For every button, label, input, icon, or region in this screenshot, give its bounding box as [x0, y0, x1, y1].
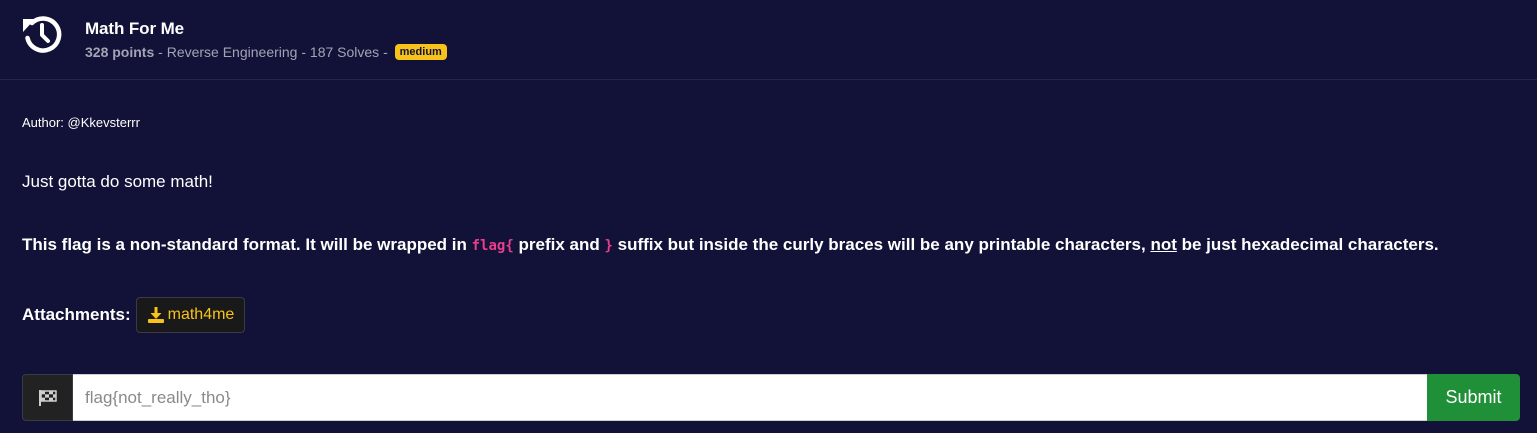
- flag-suffix-code: }: [604, 238, 613, 254]
- challenge-title: Math For Me: [85, 19, 185, 38]
- attachments-label: Attachments:: [22, 305, 131, 324]
- meta-separator: -: [297, 44, 310, 60]
- note-text: be just hexadecimal characters.: [1176, 235, 1439, 254]
- flag-input[interactable]: [73, 374, 1427, 421]
- note-text: prefix and: [513, 235, 605, 254]
- flag-format-note: This flag is a non-standard format. It w…: [22, 230, 1502, 261]
- attachments: Attachments: math4me: [22, 297, 246, 333]
- challenge-points: 328 points: [85, 44, 155, 60]
- submit-button[interactable]: Submit: [1427, 374, 1520, 421]
- attachment-name: math4me: [167, 306, 235, 323]
- challenge-author: Author: @Kkevsterrr: [22, 115, 140, 130]
- flag-submit-form: Submit: [22, 374, 1520, 421]
- challenge-meta: 328 points - Reverse Engineering - 187 S…: [85, 44, 447, 60]
- note-text: suffix but inside the curly braces will …: [612, 235, 1151, 254]
- note-emphasis: not: [1150, 235, 1177, 254]
- challenge-category: Reverse Engineering: [166, 44, 298, 60]
- challenge-header: Math For Me 328 points - Reverse Enginee…: [0, 0, 1537, 80]
- note-text: This flag is a non-standard format. It w…: [22, 235, 472, 254]
- download-icon: [147, 307, 164, 323]
- meta-separator: -: [379, 44, 392, 60]
- difficulty-badge: medium: [394, 44, 447, 60]
- challenge-solves: 187 Solves: [309, 44, 380, 60]
- flag-prefix-code: flag{: [471, 238, 514, 254]
- attachment-math4me-button[interactable]: math4me: [135, 297, 246, 333]
- flag-addon: [22, 374, 73, 421]
- history-icon: [23, 16, 62, 53]
- meta-separator: -: [154, 44, 167, 60]
- challenge-description: Just gotta do some math!: [22, 172, 213, 191]
- checkered-flag-icon: [38, 389, 57, 406]
